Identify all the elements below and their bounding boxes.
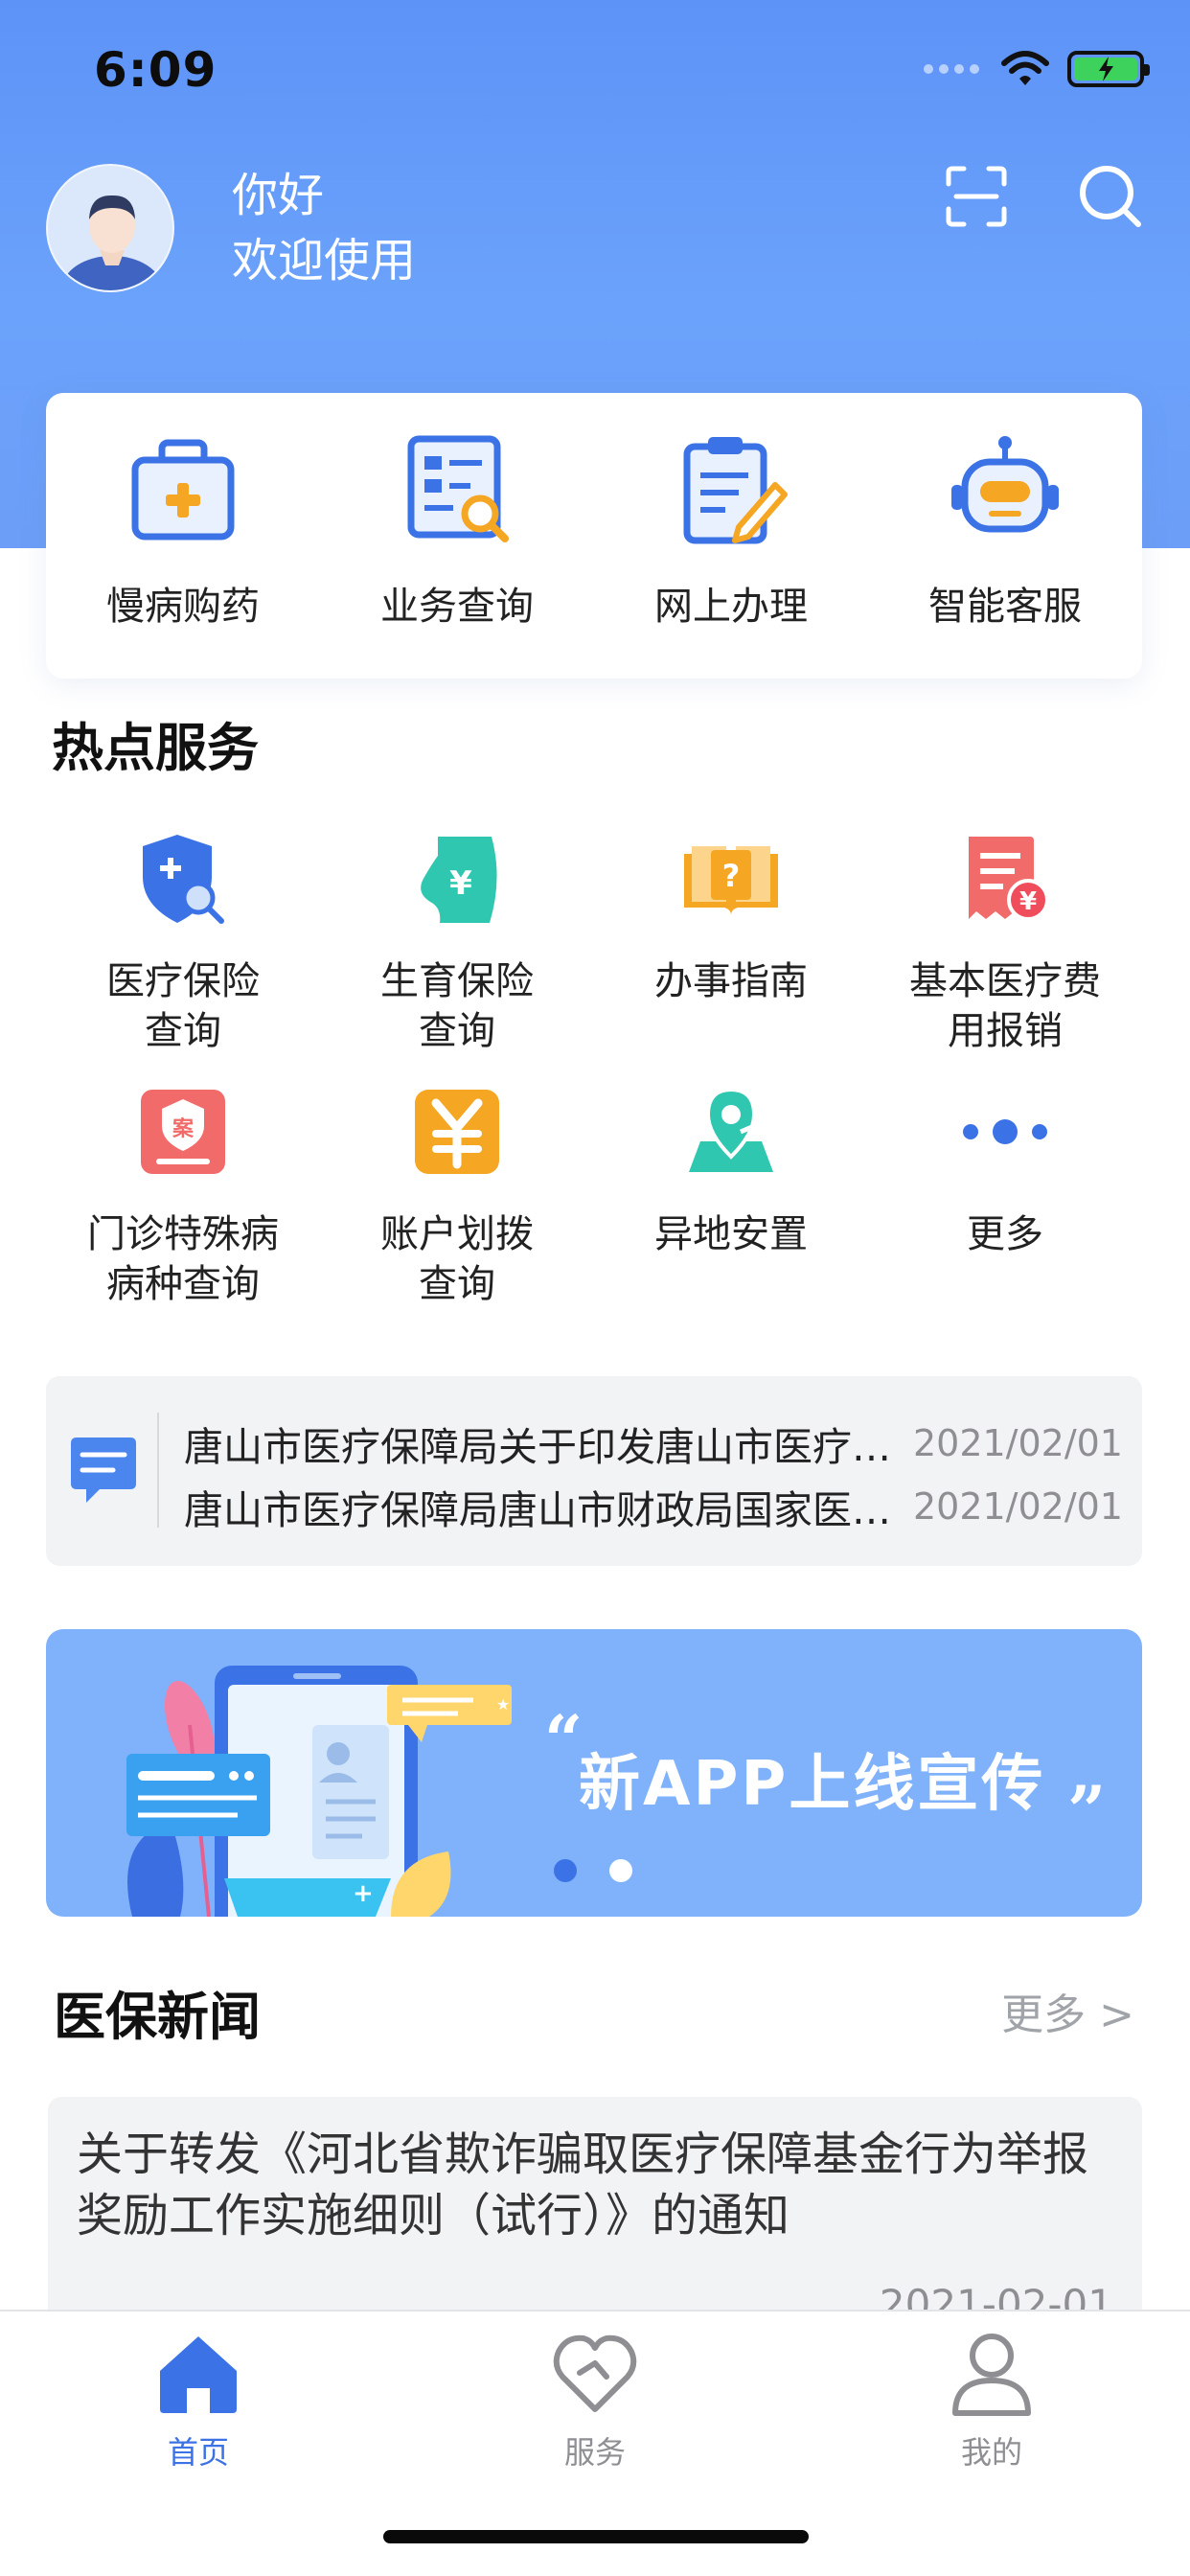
greeting-text: 你好 欢迎使用 [232,163,416,293]
tab-label: 首页 [167,2434,229,2471]
yuan-icon [415,1090,499,1174]
welcome-line: 欢迎使用 [232,234,417,288]
maternity-icon: ¥ [421,837,497,923]
home-icon [160,2336,237,2413]
hot-service-medical-reimbursement[interactable]: ¥ 基本医疗费 用报销 [868,826,1142,1056]
case-file-icon: 案 [141,1090,225,1174]
hot-service-medical-insurance-query[interactable]: 医疗保险 查询 [46,826,320,1056]
pagination-dot-active[interactable] [554,1859,577,1882]
avatar[interactable] [46,164,174,292]
guide-book-icon: ? [684,846,778,915]
tab-home[interactable]: 首页 [0,2312,397,2576]
status-bar: 6:09 [0,0,1190,144]
more-dots-icon [963,1119,1047,1144]
hot-service-label: 账户划拨 查询 [380,1212,534,1306]
hot-services-grid: 医疗保险 查询 ¥ 生育保险 查询 ? 办事指南 ¥ 基本医疗费 用报销 案 门… [46,826,1142,1309]
svg-text:案: 案 [172,1116,195,1141]
user-greeting-row: 你好 欢迎使用 [46,163,416,293]
scan-icon[interactable] [945,165,1008,228]
hot-service-label: 异地安置 [654,1212,808,1256]
pagination-dot[interactable] [609,1859,632,1882]
battery-icon [1067,51,1150,87]
hot-service-guide[interactable]: ? 办事指南 [594,826,868,1056]
quick-action-chronic-medicine[interactable]: 慢病购药 [46,393,320,678]
news-item-title: 关于转发《河北省欺诈骗取医疗保障基金行为举报奖励工作实施细则（试行）》的通知 [77,2128,1089,2242]
wifi-icon [1001,51,1049,85]
hot-service-label: 门诊特殊病 病种查询 [87,1212,279,1306]
search-icon[interactable] [1077,163,1144,230]
medical-bag-icon [131,439,235,540]
news-more-link[interactable]: 更多 > [1001,1980,1134,2041]
hot-service-label: 更多 [967,1212,1043,1256]
promo-banner[interactable]: ★ + “ 新APP上线宣传 ” [46,1629,1142,1917]
message-icon [71,1438,136,1503]
status-icons [924,50,1150,88]
news-title: 医保新闻 [54,1987,261,2047]
shield-search-icon [143,835,224,924]
robot-icon [951,436,1059,533]
quick-action-label: 智能客服 [928,585,1082,629]
hot-service-more[interactable]: 更多 [868,1079,1142,1309]
user-icon [952,2334,1031,2416]
svg-text:?: ? [722,858,741,894]
hot-service-label: 医疗保险 查询 [106,959,260,1053]
notice-item[interactable]: 唐山市医疗保障局关于印发唐山市医疗保障局相关文件的通知 2021/02/01 [184,1414,1123,1472]
notice-title: 唐山市医疗保障局关于印发唐山市医疗保障局相关文件的通知 [184,1424,896,1470]
home-indicator[interactable] [383,2530,809,2543]
banner-pagination[interactable] [554,1859,632,1882]
quick-actions-card: 慢病购药 业务查询 网上办理 智能客服 [46,393,1142,678]
notice-item[interactable]: 唐山市医疗保障局唐山市财政局国家医疗保障局相关文件 2021/02/01 [184,1478,1123,1535]
banner-text: 新APP上线宣传 [579,1749,1046,1820]
hot-service-account-transfer-query[interactable]: 账户划拨 查询 [320,1079,594,1309]
quick-action-business-query[interactable]: 业务查询 [320,393,594,678]
map-pin-icon [689,1087,773,1172]
svg-text:★: ★ [496,1695,510,1714]
banner-close-quote: ” [1067,1771,1107,1851]
notice-title: 唐山市医疗保障局唐山市财政局国家医疗保障局相关文件 [184,1487,896,1533]
tab-label: 服务 [563,2434,626,2471]
quick-action-label: 网上办理 [654,585,808,629]
hot-service-label: 基本医疗费 用报销 [909,959,1101,1053]
signal-icon [924,64,979,74]
news-item[interactable]: 关于转发《河北省欺诈骗取医疗保障基金行为举报奖励工作实施细则（试行）》的通知 2… [48,2097,1142,2346]
tab-label: 我的 [960,2434,1022,2471]
hot-service-label: 办事指南 [654,959,808,1003]
notice-board[interactable]: 唐山市医疗保障局关于印发唐山市医疗保障局相关文件的通知 2021/02/01 唐… [46,1376,1142,1566]
hot-service-special-disease-query[interactable]: 案 门诊特殊病 病种查询 [46,1079,320,1309]
tab-profile[interactable]: 我的 [793,2312,1190,2576]
quick-action-label: 慢病购药 [106,585,260,629]
notice-divider [157,1413,159,1528]
status-time: 6:09 [94,42,217,98]
receipt-yuan-icon: ¥ [969,837,1049,921]
svg-text:+: + [353,1879,374,1908]
quick-action-label: 业务查询 [380,585,534,629]
banner-illustration: ★ + [126,1666,512,1917]
app-screen: 6:09 你好 欢迎使用 慢病购药 业务查询 网上办理 智能客服 热点服务 医疗… [0,0,1190,2576]
hot-service-maternity-insurance-query[interactable]: ¥ 生育保险 查询 [320,826,594,1056]
hot-services-title: 热点服务 [52,718,259,778]
svg-text:¥: ¥ [1019,887,1037,916]
heart-icon [553,2334,637,2412]
hot-service-label: 生育保险 查询 [380,959,534,1053]
notice-date: 2021/02/01 [912,1485,1123,1528]
document-search-icon [407,435,509,542]
banner-open-quote: “ [544,1700,584,1780]
notice-date: 2021/02/01 [912,1422,1123,1464]
greeting-line: 你好 [232,169,325,222]
quick-action-smart-support[interactable]: 智能客服 [868,393,1142,678]
hot-service-relocation[interactable]: 异地安置 [594,1079,868,1309]
clipboard-edit-icon [683,437,788,544]
svg-text:¥: ¥ [449,864,472,903]
quick-action-online-service[interactable]: 网上办理 [594,393,868,678]
